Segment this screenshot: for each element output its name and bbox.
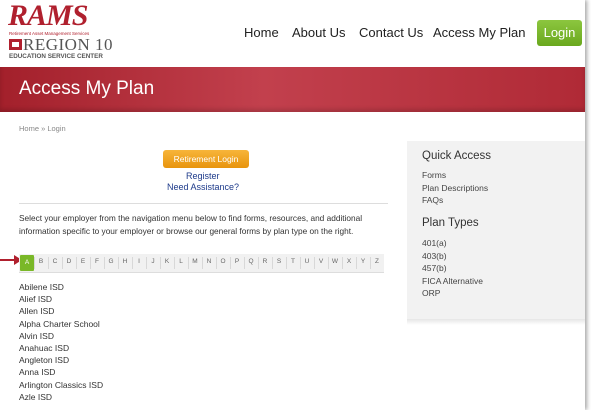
alphabet-separator: [202, 257, 203, 269]
nav-contact-us[interactable]: Contact Us: [359, 25, 423, 40]
alphabet-separator: [34, 257, 35, 269]
alphabet-separator: [160, 257, 161, 269]
alphabet-separator: [300, 257, 301, 269]
alphabet-separator: [146, 257, 147, 269]
alphabet-letter-l[interactable]: L: [174, 258, 188, 265]
alphabet-letter-n[interactable]: N: [202, 258, 216, 265]
intro-text: Select your employer from the navigation…: [19, 213, 363, 236]
alphabet-separator: [328, 257, 329, 269]
sidebar-link-plan-descriptions[interactable]: Plan Descriptions: [422, 182, 488, 195]
alphabet-separator: [356, 257, 357, 269]
alphabet-separator: [132, 257, 133, 269]
alphabet-separator: [272, 257, 273, 269]
sidebar-link-forms[interactable]: Forms: [422, 169, 488, 182]
register-link[interactable]: Register: [186, 171, 220, 181]
alphabet-separator: [90, 257, 91, 269]
main-nav: Home About Us Contact Us Access My Plan: [0, 25, 585, 45]
quick-access-links: Forms Plan Descriptions FAQs: [422, 169, 488, 207]
sidebar-shadow: [407, 319, 585, 325]
alphabet-separator: [174, 257, 175, 269]
alphabet-separator: [244, 257, 245, 269]
alphabet-letter-z[interactable]: Z: [370, 258, 384, 265]
alphabet-letter-k[interactable]: K: [160, 258, 174, 265]
need-assistance-link[interactable]: Need Assistance?: [167, 182, 239, 192]
alphabet-separator: [230, 257, 231, 269]
sidebar-link-457b[interactable]: 457(b): [422, 262, 483, 275]
page-title-band: Access My Plan: [0, 67, 585, 112]
sidebar-link-fica-alternative[interactable]: FICA Alternative: [422, 275, 483, 288]
alphabet-separator: [314, 257, 315, 269]
alphabet-letter-c[interactable]: C: [48, 258, 62, 265]
alphabet-letter-m[interactable]: M: [188, 258, 202, 265]
alphabet-separator: [76, 257, 77, 269]
alphabet-letter-v[interactable]: V: [314, 258, 328, 265]
logo-subtitle: EDUCATION SERVICE CENTER: [9, 53, 103, 60]
plan-types-links: 401(a) 403(b) 457(b) FICA Alternative OR…: [422, 237, 483, 300]
site-header: RAMS Retirement Asset Management Service…: [0, 0, 585, 67]
retirement-login-button[interactable]: Retirement Login: [163, 150, 249, 168]
alphabet-separator: [342, 257, 343, 269]
alphabet-letter-g[interactable]: G: [104, 258, 118, 265]
sidebar-link-403b[interactable]: 403(b): [422, 250, 483, 263]
alphabet-separator: [258, 257, 259, 269]
alphabet-letter-s[interactable]: S: [272, 258, 286, 265]
district-list-item[interactable]: Anahuac ISD: [19, 342, 219, 354]
alphabet-separator: [216, 257, 217, 269]
district-list-item[interactable]: Azle ISD: [19, 391, 219, 403]
alphabet-letter-d[interactable]: D: [62, 258, 76, 265]
alphabet-separator: [370, 257, 371, 269]
alphabet-separator: [286, 257, 287, 269]
alphabet-letter-x[interactable]: X: [342, 258, 356, 265]
alphabet-letter-w[interactable]: W: [328, 258, 342, 265]
quick-access-heading: Quick Access: [422, 150, 492, 162]
alphabet-letter-u[interactable]: U: [300, 258, 314, 265]
sidebar-link-orp[interactable]: ORP: [422, 287, 483, 300]
district-list-item[interactable]: Anna ISD: [19, 366, 219, 378]
alphabet-letter-f[interactable]: F: [90, 258, 104, 265]
sidebar-link-faqs[interactable]: FAQs: [422, 194, 488, 207]
alphabet-letter-e[interactable]: E: [76, 258, 90, 265]
alphabet-filter-bar: ABCDEFGHIJKLMNOPQRSTUVWXYZ: [19, 254, 384, 273]
alphabet-letter-t[interactable]: T: [286, 258, 300, 265]
alphabet-letter-y[interactable]: Y: [356, 258, 370, 265]
alphabet-letter-p[interactable]: P: [230, 258, 244, 265]
section-divider: [19, 203, 388, 204]
alphabet-letter-q[interactable]: Q: [244, 258, 258, 265]
login-button[interactable]: Login: [537, 20, 582, 46]
nav-about-us[interactable]: About Us: [292, 25, 345, 40]
alphabet-separator: [104, 257, 105, 269]
page-title: Access My Plan: [19, 78, 155, 99]
alphabet-letter-h[interactable]: H: [118, 258, 132, 265]
district-list: Abilene ISD Alief ISD Allen ISD Alpha Chart…: [19, 281, 219, 403]
alphabet-separator: [62, 257, 63, 269]
alphabet-separator: [118, 257, 119, 269]
breadcrumb[interactable]: Home » Login: [19, 124, 66, 133]
page-frame: RAMS Retirement Asset Management Service…: [0, 0, 585, 410]
nav-home[interactable]: Home: [244, 25, 279, 40]
sidebar-link-401a[interactable]: 401(a): [422, 237, 483, 250]
alphabet-letter-a[interactable]: A: [20, 255, 34, 271]
alphabet-separator: [188, 257, 189, 269]
district-list-item[interactable]: Angleton ISD: [19, 354, 219, 366]
district-list-item[interactable]: Alvin ISD: [19, 330, 219, 342]
alphabet-letter-j[interactable]: J: [146, 258, 160, 265]
alphabet-letter-o[interactable]: O: [216, 258, 230, 265]
alphabet-letter-i[interactable]: I: [132, 258, 146, 265]
district-list-item[interactable]: Alpha Charter School: [19, 318, 219, 330]
sidebar: Quick Access Forms Plan Descriptions FAQ…: [407, 141, 585, 319]
alphabet-separator: [48, 257, 49, 269]
district-list-item[interactable]: Abilene ISD: [19, 281, 219, 293]
alphabet-letter-r[interactable]: R: [258, 258, 272, 265]
nav-access-my-plan[interactable]: Access My Plan: [433, 25, 525, 40]
district-list-item[interactable]: Arlington Classics ISD: [19, 379, 219, 391]
alphabet-letter-b[interactable]: B: [34, 258, 48, 265]
plan-types-heading: Plan Types: [422, 217, 479, 229]
district-list-item[interactable]: Allen ISD: [19, 305, 219, 317]
district-list-item[interactable]: Alief ISD: [19, 293, 219, 305]
